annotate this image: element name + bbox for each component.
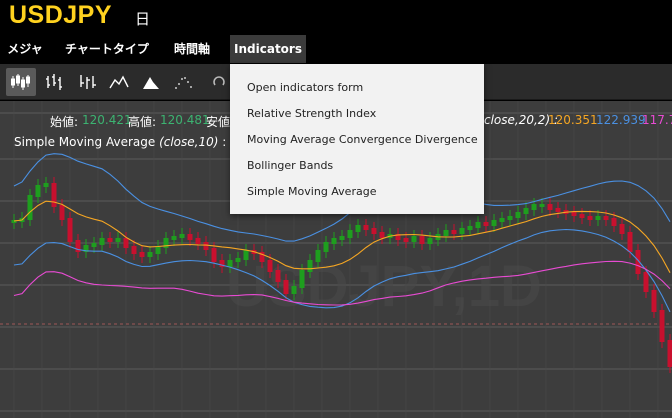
high-label: 高値:: [128, 115, 157, 129]
candle: [331, 232, 337, 250]
sma-name: Simple Moving Average: [14, 135, 156, 149]
ohlc-bars-icon: [46, 74, 62, 90]
menu-item-sma[interactable]: Simple Moving Average: [247, 185, 376, 203]
period-label: 日: [135, 10, 151, 28]
menu-chart-type[interactable]: チャートタイプ: [62, 35, 152, 63]
candle: [219, 254, 225, 273]
candle: [83, 239, 89, 258]
bb-lower-value: 117.76: [642, 113, 672, 127]
candle: [491, 214, 497, 232]
line-chart-icon: [109, 75, 129, 89]
menu-bar: メジャ チャートタイプ 時間軸 Indicators: [0, 32, 672, 64]
header: USDJPY 日: [0, 0, 672, 32]
candle: [139, 246, 145, 263]
toolbar-more-button[interactable]: [208, 68, 230, 96]
candle: [27, 189, 33, 226]
candle: [571, 206, 577, 222]
high-value: 120.481: [160, 113, 210, 127]
menu-item-rsi[interactable]: Relative Strength Index: [247, 107, 376, 125]
bb-mid-value: 120.351: [548, 113, 598, 127]
sma-params: (close,10): [159, 135, 219, 149]
candle: [51, 177, 57, 213]
candle: [651, 284, 657, 318]
undo-icon: [213, 76, 225, 86]
candle: [467, 220, 473, 236]
candle: [355, 219, 361, 238]
menu-measure[interactable]: メジャ: [4, 35, 46, 63]
candle: [443, 224, 449, 242]
low-label: 安値: [206, 115, 231, 129]
candle: [555, 202, 561, 218]
menu-timeframe[interactable]: 時間軸: [166, 35, 218, 63]
candle: [195, 232, 201, 250]
candle: [579, 208, 585, 224]
candle: [107, 232, 113, 248]
candlestick-button[interactable]: [6, 68, 36, 96]
candle: [515, 206, 521, 224]
menu-item-bollinger-bands[interactable]: Bollinger Bands: [247, 159, 333, 177]
candle: [411, 230, 417, 248]
candle: [75, 234, 81, 258]
dots-button[interactable]: [168, 68, 198, 96]
open-label: 始値:: [50, 115, 79, 129]
sma-colon: :: [222, 135, 227, 149]
bb-upper-value: 122.939: [596, 113, 646, 127]
candle: [35, 179, 41, 203]
dot-chart-icon: [175, 77, 192, 89]
candle: [147, 246, 153, 263]
candle: [363, 219, 369, 236]
sma-legend: Simple Moving Average (close,10) : 120: [14, 135, 253, 149]
candle: [451, 224, 457, 240]
bb-params: close,20,2) :: [484, 113, 558, 127]
candle: [459, 222, 465, 240]
hlc-button[interactable]: [72, 68, 102, 96]
area-chart-icon: [143, 77, 159, 89]
candle: [507, 210, 513, 226]
candle: [475, 216, 481, 234]
candle: [11, 214, 17, 229]
candle: [483, 216, 489, 232]
candle: [371, 222, 377, 240]
candle: [163, 232, 169, 254]
candle: [419, 230, 425, 250]
candle: [339, 230, 345, 246]
candlestick-icon: [11, 74, 30, 90]
candle: [659, 304, 665, 348]
candle: [179, 228, 185, 244]
candle: [171, 230, 177, 246]
indicators-dropdown: Open indicators form Relative Strength I…: [230, 64, 484, 214]
candle: [667, 334, 672, 373]
candle: [59, 199, 65, 226]
watermark: USDJPY,1D: [226, 254, 542, 319]
candle: [619, 218, 625, 240]
candle: [115, 232, 121, 248]
menu-indicators[interactable]: Indicators: [230, 35, 306, 63]
hlc-bars-icon: [80, 75, 96, 89]
candle: [43, 177, 49, 193]
ohlc-button[interactable]: [40, 68, 70, 96]
candle: [203, 236, 209, 256]
symbol-title: USDJPY: [9, 1, 113, 29]
menu-item-open-indicators-form[interactable]: Open indicators form: [247, 81, 363, 99]
candle: [379, 226, 385, 244]
candle: [523, 202, 529, 220]
line-button[interactable]: [104, 68, 134, 96]
menu-item-macd[interactable]: Moving Average Convergence Divergence: [247, 133, 478, 151]
candle: [99, 232, 105, 251]
candle: [587, 210, 593, 226]
candle: [347, 224, 353, 244]
candle: [427, 232, 433, 250]
area-button[interactable]: [136, 68, 166, 96]
open-value: 120.421: [82, 113, 132, 127]
candle: [499, 212, 505, 228]
